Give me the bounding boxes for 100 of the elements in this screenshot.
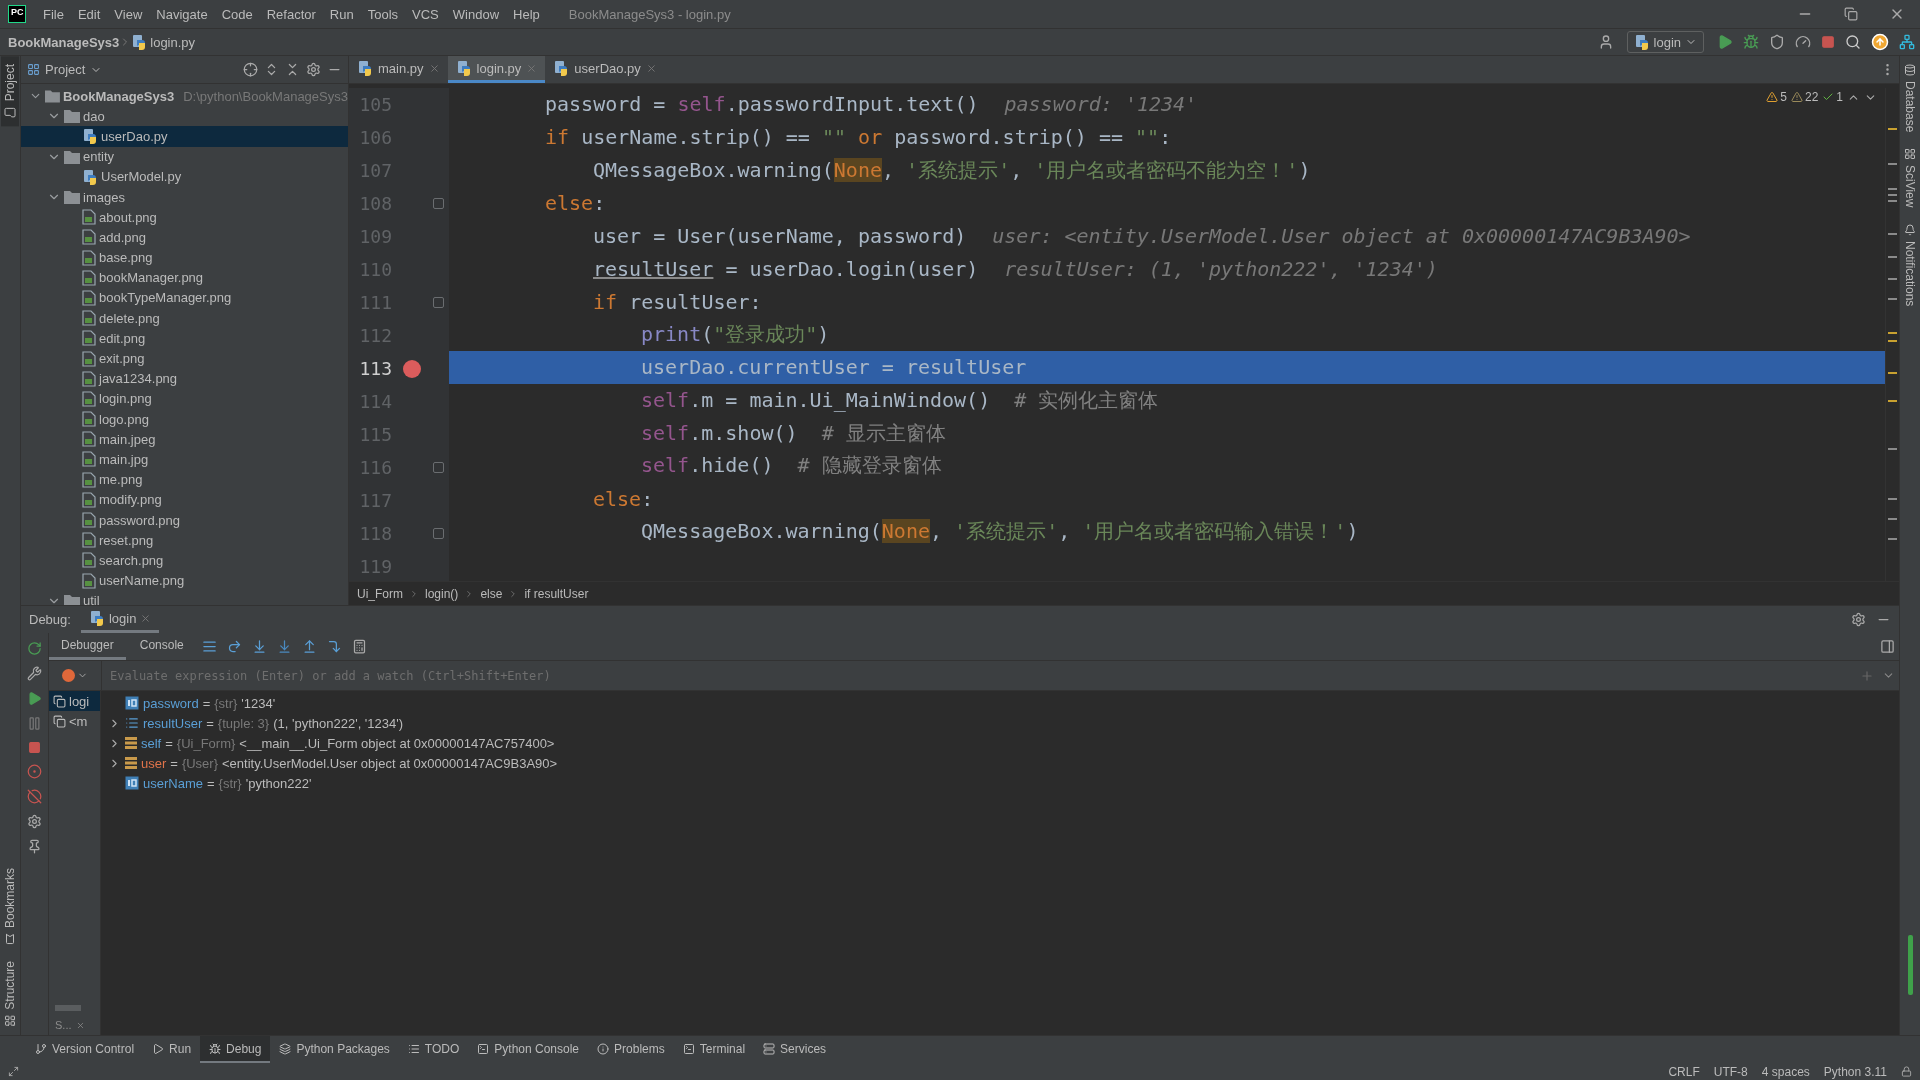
warnings-count[interactable]: 5 <box>1766 90 1787 104</box>
search-icon[interactable] <box>1845 34 1861 50</box>
breakpoint-icon[interactable] <box>403 359 421 378</box>
tool-window-button[interactable]: Project <box>1 56 19 127</box>
status-item[interactable]: UTF-8 <box>1713 1064 1748 1079</box>
tree-item[interactable]: main.jpg <box>21 449 348 470</box>
menu-item[interactable]: Run <box>322 6 361 22</box>
scrollbar-thumb[interactable] <box>55 1005 81 1011</box>
restore-icon[interactable] <box>1844 7 1858 21</box>
close-icon[interactable] <box>645 62 657 74</box>
tool-window-tab[interactable]: Problems <box>588 1036 674 1063</box>
wrench-icon[interactable] <box>27 666 42 681</box>
tool-window-tab[interactable]: Terminal <box>673 1036 755 1063</box>
tool-window-button[interactable]: SciView <box>1900 140 1920 216</box>
close-icon[interactable] <box>428 62 440 74</box>
tree-item[interactable]: util <box>21 590 348 605</box>
fold-icon[interactable] <box>433 528 444 539</box>
status-item[interactable]: 4 spaces <box>1761 1064 1810 1079</box>
menu-item[interactable]: Edit <box>70 6 108 22</box>
breakpoints-icon[interactable] <box>27 764 42 779</box>
menu-item[interactable]: Window <box>445 6 507 22</box>
close-icon[interactable] <box>140 612 152 624</box>
tool-window-tab[interactable]: Version Control <box>26 1036 144 1063</box>
tree-item[interactable]: delete.png <box>21 308 348 329</box>
mute-breakpoints-icon[interactable] <box>27 789 42 804</box>
tool-window-tab[interactable]: TODO <box>398 1036 469 1063</box>
calculator-icon[interactable] <box>351 639 367 654</box>
run-icon[interactable] <box>1717 34 1733 50</box>
fold-icon[interactable] <box>433 462 444 473</box>
status-item[interactable]: Python 3.11 <box>1823 1064 1887 1079</box>
tree-item[interactable]: userName.png <box>21 570 348 591</box>
tool-window-button[interactable]: Structure <box>1 953 19 1035</box>
tree-item[interactable]: password.png <box>21 509 348 531</box>
tool-window-tab[interactable]: Run <box>143 1036 201 1063</box>
menu-item[interactable]: Refactor <box>259 6 323 22</box>
tree-item[interactable]: userDao.py <box>21 126 348 147</box>
menu-item[interactable]: Code <box>214 6 260 22</box>
tree-item[interactable]: me.png <box>21 469 348 490</box>
weak-warnings-count[interactable]: 22 <box>1790 90 1819 104</box>
close-icon[interactable] <box>75 1020 85 1030</box>
frames-tab[interactable]: S... <box>49 1019 100 1035</box>
locate-icon[interactable] <box>243 62 258 77</box>
stop-icon[interactable] <box>1821 35 1835 49</box>
tree-item[interactable]: dao <box>21 106 348 127</box>
tool-window-tab[interactable]: Debug <box>200 1036 271 1063</box>
fold-icon[interactable] <box>433 297 444 308</box>
pin-icon[interactable] <box>27 839 42 854</box>
tree-item[interactable]: logo.png <box>21 409 348 430</box>
breakpoint-icon[interactable] <box>62 669 75 682</box>
update-icon[interactable] <box>1871 33 1889 51</box>
tree-item[interactable]: base.png <box>21 247 348 268</box>
editor-tab[interactable]: main.py <box>349 56 448 83</box>
settings-icon[interactable] <box>306 62 321 77</box>
tool-window-tab[interactable]: Python Console <box>468 1036 589 1063</box>
rerun-icon[interactable] <box>27 641 42 656</box>
tree-item[interactable]: search.png <box>21 550 348 571</box>
tree-item[interactable]: UserModel.py <box>21 166 348 187</box>
frame-item[interactable]: <m <box>49 711 100 731</box>
run-config-dropdown[interactable]: login <box>1626 31 1704 53</box>
tree-item[interactable]: images <box>21 186 348 208</box>
passed-count[interactable]: 1 <box>1822 90 1843 104</box>
menu-item[interactable]: File <box>36 6 71 22</box>
tree-item[interactable]: login.png <box>21 388 348 409</box>
menu-item[interactable]: View <box>107 6 150 22</box>
tree-item[interactable]: exit.png <box>21 348 348 369</box>
fold-icon[interactable] <box>433 198 444 209</box>
breadcrumb-item[interactable]: if resultUser <box>524 586 589 601</box>
breadcrumb-item[interactable]: Ui_Form <box>357 586 403 601</box>
step-over-icon[interactable] <box>226 639 242 654</box>
tree-item[interactable]: bookManager.png <box>21 267 348 288</box>
pause-icon[interactable] <box>27 716 42 731</box>
editor-tab[interactable]: login.py <box>447 56 546 83</box>
stop-icon[interactable] <box>28 741 41 754</box>
breadcrumb-item[interactable]: login.py <box>131 34 196 50</box>
tool-window-button[interactable]: Notifications <box>1900 215 1920 315</box>
tree-item[interactable]: about.png <box>21 207 348 228</box>
tree-item[interactable]: add.png <box>21 227 348 248</box>
tree-item[interactable]: bookTypeManager.png <box>21 287 348 309</box>
tree-item[interactable]: java1234.png <box>21 368 348 389</box>
tool-window-tab[interactable]: Python Packages <box>270 1036 399 1063</box>
debugger-tab[interactable]: Console <box>127 633 196 660</box>
execution-point-icon[interactable] <box>201 639 217 654</box>
breadcrumb-item[interactable]: BookManageSys3 <box>8 34 120 50</box>
breadcrumb-item[interactable]: login() <box>425 586 459 601</box>
resume-icon[interactable] <box>27 691 42 706</box>
tool-window-button[interactable]: Bookmarks <box>1 860 19 954</box>
lock-icon[interactable] <box>1901 1066 1912 1077</box>
status-item[interactable]: CRLF <box>1668 1064 1700 1079</box>
tool-window-button[interactable]: Database <box>1900 56 1920 141</box>
tree-item[interactable]: entity <box>21 146 348 167</box>
tree-item[interactable]: modify.png <box>21 489 348 510</box>
tree-item[interactable]: edit.png <box>21 328 348 349</box>
tree-item[interactable]: BookManageSys3 D:\python\BookManageSys3 <box>21 86 348 107</box>
session-tab[interactable]: login <box>80 606 160 633</box>
settings-icon[interactable] <box>1851 612 1866 627</box>
run-to-cursor-icon[interactable] <box>326 639 342 654</box>
tool-window-tab[interactable]: Services <box>754 1036 836 1063</box>
bug-icon[interactable] <box>1743 34 1759 50</box>
menu-item[interactable]: VCS <box>405 6 446 22</box>
tree-item[interactable]: reset.png <box>21 530 348 551</box>
